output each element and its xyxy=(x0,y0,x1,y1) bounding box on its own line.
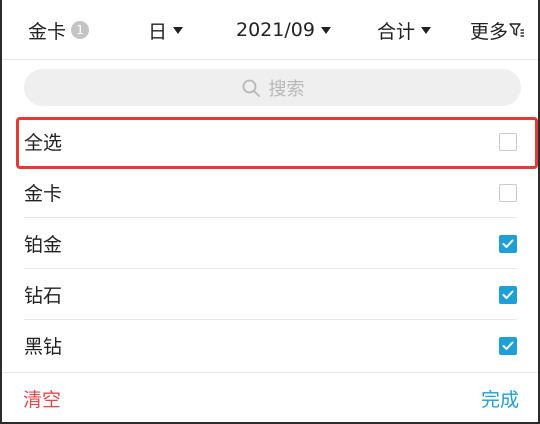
checkbox-checked[interactable] xyxy=(499,336,517,355)
more-filter-button[interactable]: 更多 xyxy=(470,0,525,60)
list-item-label: 全选 xyxy=(24,132,63,154)
checkbox-unchecked[interactable] xyxy=(499,183,517,202)
day-filter-label: 日 xyxy=(148,20,168,43)
card-count-badge: 1 xyxy=(71,21,90,39)
search-placeholder: 搜索 xyxy=(268,78,305,100)
total-filter-label: 合计 xyxy=(377,20,416,43)
list-item-label: 钻石 xyxy=(24,285,63,307)
checkbox-checked[interactable] xyxy=(499,234,517,253)
search-input[interactable]: 搜索 xyxy=(24,69,521,106)
total-filter-dropdown[interactable]: 合计 xyxy=(377,0,432,60)
clear-button[interactable]: 清空 xyxy=(23,373,61,422)
checkbox-unchecked[interactable] xyxy=(499,132,517,151)
caret-down-icon xyxy=(320,27,331,34)
list-item-diamond[interactable]: 钻石 xyxy=(2,269,538,320)
list-item-label: 金卡 xyxy=(24,183,63,205)
filter-bar: 金卡 1 日 2021/09 合计 更多 xyxy=(2,0,538,60)
caret-down-icon xyxy=(173,27,184,34)
done-button[interactable]: 完成 xyxy=(481,373,519,422)
list-item-label: 黑钻 xyxy=(24,336,63,358)
filter-funnel-icon xyxy=(509,22,525,38)
list-item-select-all[interactable]: 全选 xyxy=(2,116,538,167)
list-item-label: 铂金 xyxy=(24,234,63,256)
search-icon xyxy=(241,78,261,98)
checkbox-checked[interactable] xyxy=(499,285,517,304)
more-filter-label: 更多 xyxy=(470,20,509,43)
action-footer: 清空 完成 xyxy=(2,372,538,422)
day-filter-dropdown[interactable]: 日 xyxy=(148,0,184,60)
month-filter-label: 2021/09 xyxy=(236,19,315,41)
checkmark-icon xyxy=(502,341,514,350)
month-filter-dropdown[interactable]: 2021/09 xyxy=(236,0,331,60)
checkmark-icon xyxy=(502,290,514,299)
card-filter-dropdown[interactable]: 金卡 1 xyxy=(28,0,90,60)
checkmark-icon xyxy=(502,239,514,248)
card-filter-label: 金卡 xyxy=(28,20,67,43)
option-list: 全选 金卡 铂金 钻石 黑钻 xyxy=(2,116,538,371)
caret-down-icon xyxy=(421,27,432,34)
list-item-platinum[interactable]: 铂金 xyxy=(2,218,538,269)
list-item-black-diamond[interactable]: 黑钻 xyxy=(2,320,538,371)
list-item-gold-card[interactable]: 金卡 xyxy=(2,167,538,218)
filter-panel: 金卡 1 日 2021/09 合计 更多 搜索 全选 金卡 铂金 钻石 黑钻 清… xyxy=(0,0,540,424)
